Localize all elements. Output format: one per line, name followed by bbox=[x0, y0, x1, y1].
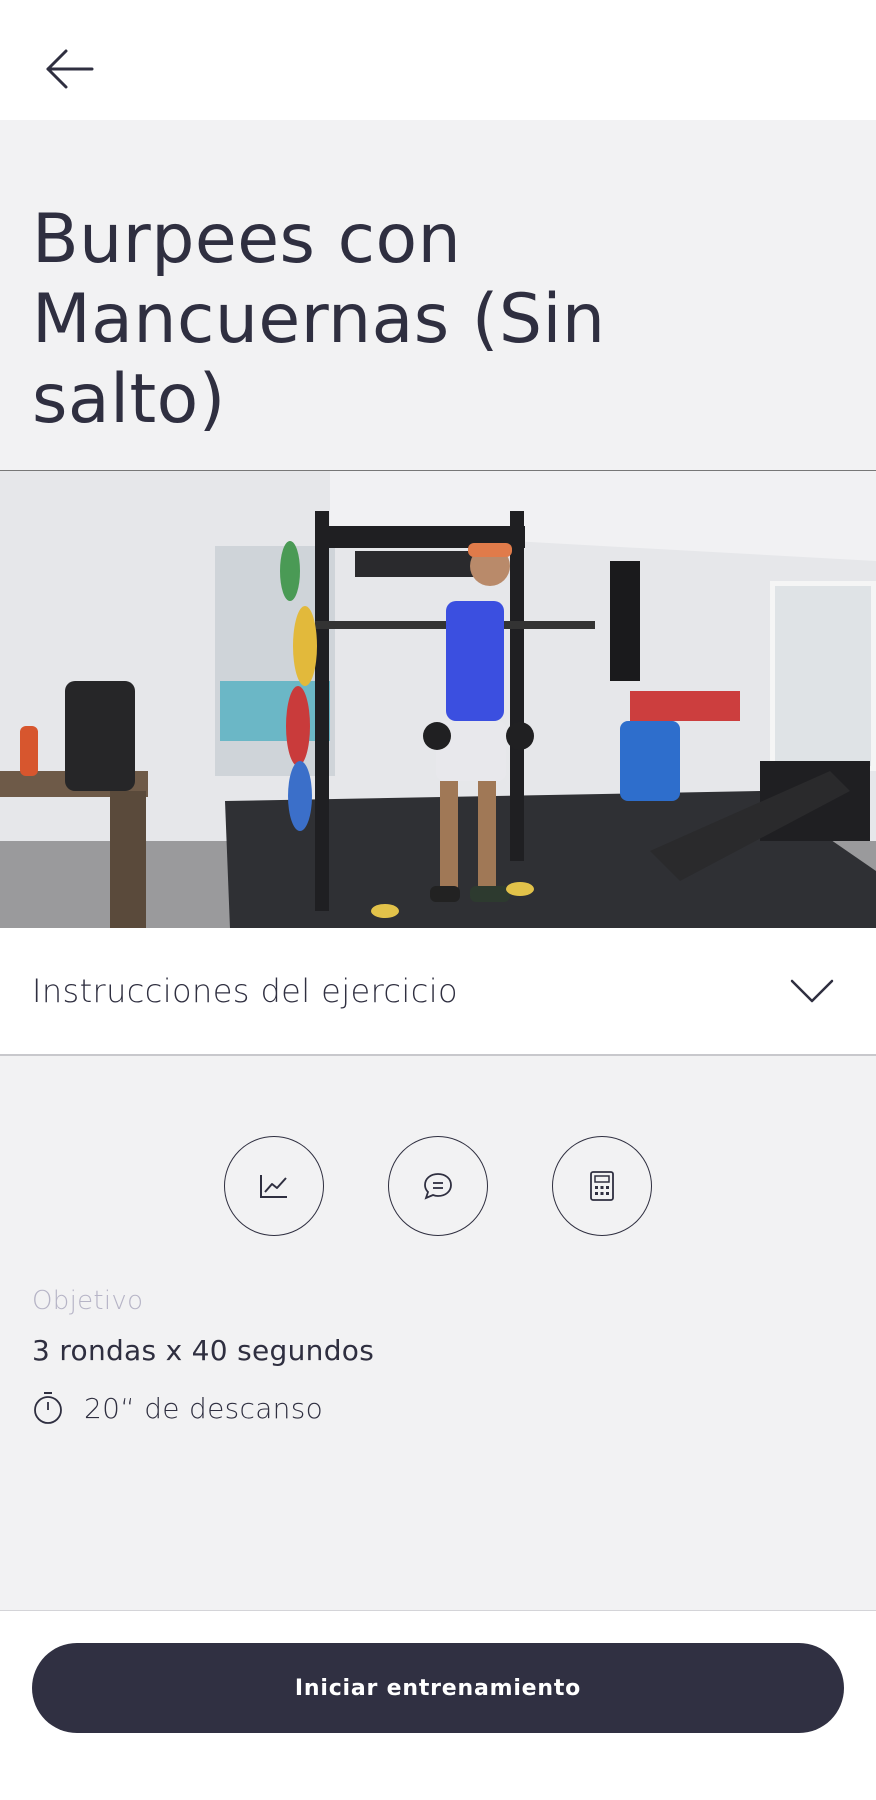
exercise-title: Burpees con Mancuernas (Sin salto) bbox=[32, 200, 606, 439]
calculator-icon bbox=[590, 1171, 614, 1201]
rest-row: 20“ de descanso bbox=[32, 1390, 323, 1426]
start-workout-button[interactable]: Iniciar entrenamiento bbox=[32, 1643, 844, 1733]
gym-video-thumbnail bbox=[0, 471, 876, 928]
exercise-video[interactable] bbox=[0, 470, 876, 928]
calculator-button[interactable] bbox=[552, 1136, 652, 1236]
action-buttons bbox=[0, 1136, 876, 1236]
back-button[interactable] bbox=[40, 44, 100, 94]
top-bar bbox=[0, 0, 876, 120]
instructions-accordion[interactable]: Instrucciones del ejercicio bbox=[0, 928, 876, 1056]
title-area: Burpees con Mancuernas (Sin salto) bbox=[0, 120, 876, 470]
objective-value: 3 rondas x 40 segundos bbox=[32, 1334, 375, 1367]
arrow-left-icon bbox=[46, 49, 94, 89]
chevron-down-icon[interactable] bbox=[790, 978, 834, 1004]
progress-button[interactable] bbox=[224, 1136, 324, 1236]
rest-text: 20“ de descanso bbox=[84, 1391, 324, 1425]
comments-button[interactable] bbox=[388, 1136, 488, 1236]
chart-icon bbox=[260, 1175, 287, 1198]
stopwatch-icon bbox=[34, 1392, 62, 1424]
objective-label: Objetivo bbox=[32, 1286, 144, 1316]
footer: Iniciar entrenamiento bbox=[0, 1610, 876, 1800]
chat-icon bbox=[424, 1173, 452, 1200]
instructions-label: Instrucciones del ejercicio bbox=[32, 972, 458, 1010]
